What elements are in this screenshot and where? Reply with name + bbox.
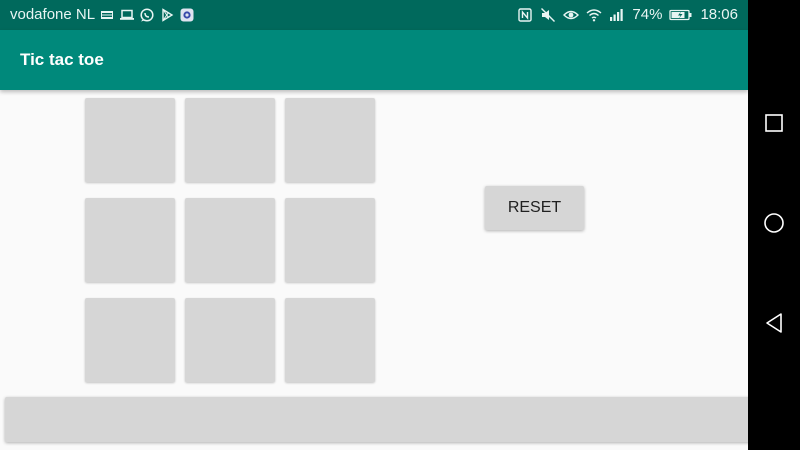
back-button[interactable] bbox=[748, 299, 800, 351]
home-button[interactable] bbox=[748, 199, 800, 251]
vpn-icon bbox=[179, 7, 195, 23]
app-title: Tic tac toe bbox=[20, 50, 104, 69]
carrier-name: vodafone NL bbox=[10, 6, 96, 23]
reset-button[interactable]: RESET bbox=[485, 186, 584, 230]
board-cell-5[interactable] bbox=[185, 198, 275, 282]
mute-icon bbox=[540, 7, 556, 23]
board-cell-4[interactable] bbox=[85, 198, 175, 282]
recents-button[interactable] bbox=[748, 99, 800, 151]
play-store-icon bbox=[159, 7, 175, 23]
battery-icon bbox=[669, 7, 693, 23]
app-screen: vodafone NL 74% 18:06 Tic tac toe RESET bbox=[0, 0, 748, 450]
status-bar-right: 74% 18:06 bbox=[517, 0, 738, 30]
board-cell-9[interactable] bbox=[285, 298, 375, 382]
eye-icon bbox=[563, 7, 580, 23]
app-bar: Tic tac toe bbox=[0, 30, 748, 90]
status-message-bar[interactable] bbox=[5, 397, 748, 442]
board-cell-7[interactable] bbox=[85, 298, 175, 382]
status-bar-left: vodafone NL bbox=[10, 0, 195, 30]
sim-card-icon bbox=[99, 7, 115, 23]
board-cell-3[interactable] bbox=[285, 98, 375, 182]
clock: 18:06 bbox=[700, 6, 738, 23]
whatsapp-icon bbox=[139, 7, 155, 23]
board-cell-2[interactable] bbox=[185, 98, 275, 182]
recents-icon bbox=[764, 113, 784, 138]
status-bar: vodafone NL 74% 18:06 bbox=[0, 0, 748, 30]
home-icon bbox=[763, 212, 785, 239]
nfc-icon bbox=[517, 7, 533, 23]
laptop-icon bbox=[119, 7, 135, 23]
board-cell-8[interactable] bbox=[185, 298, 275, 382]
navigation-bar bbox=[748, 0, 800, 450]
board-cell-6[interactable] bbox=[285, 198, 375, 282]
back-icon bbox=[764, 312, 784, 339]
signal-icon bbox=[609, 7, 625, 23]
battery-percent: 74% bbox=[632, 6, 663, 23]
wifi-icon bbox=[586, 7, 602, 23]
board-cell-1[interactable] bbox=[85, 98, 175, 182]
